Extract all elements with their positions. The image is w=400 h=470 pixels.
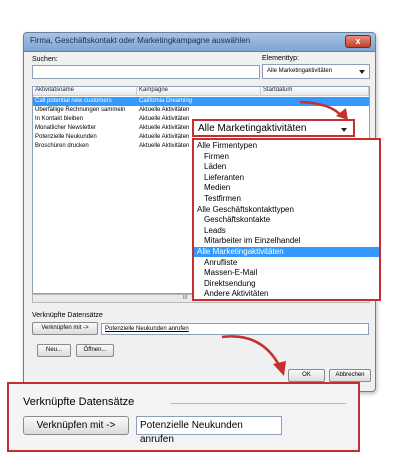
zoom-element-type-select[interactable]: Alle Marketingaktivitäten [192, 119, 355, 137]
dropdown-option[interactable]: Leads [194, 226, 379, 236]
dropdown-option[interactable]: Mitarbeiter im Einzelhandel [194, 236, 379, 246]
dropdown-option[interactable]: Alle Marketingaktivitäten [194, 247, 379, 257]
zoom-select-value: Alle Marketingaktivitäten [198, 123, 307, 134]
dropdown-option[interactable]: Alle Firmentypen [194, 141, 379, 151]
dropdown-option[interactable]: Läden [194, 162, 379, 172]
dropdown-option[interactable]: Anrufliste [194, 258, 379, 268]
divider [170, 403, 346, 404]
zoom-link-with-button[interactable]: Verknüpfen mit -> [23, 416, 129, 435]
dropdown-option[interactable]: Medien [194, 183, 379, 193]
arrow-to-panel [221, 335, 282, 368]
zoom-linked-record-field[interactable]: Potenzielle Neukunden anrufen [136, 416, 282, 445]
dropdown-option[interactable]: Lieferanten [194, 173, 379, 183]
dropdown-option[interactable]: Massen-E-Mail [194, 268, 379, 278]
zoom-linked-records-panel: Verknüpfte Datensätze Verknüpfen mit -> … [7, 382, 360, 452]
dropdown-option[interactable]: Andere Aktivitäten [194, 289, 379, 299]
zoom-linked-records-label: Verknüpfte Datensätze [23, 396, 135, 408]
arrow-to-dropdown [299, 100, 344, 118]
dropdown-option[interactable]: Alle Geschäftskontakttypen [194, 205, 379, 215]
dropdown-option[interactable]: Firmen [194, 152, 379, 162]
zoom-dropdown-list: Alle Firmentypen Firmen Läden Lieferanten Me… [192, 138, 381, 301]
dropdown-option[interactable]: Testfirmen [194, 194, 379, 204]
arrow-head-panel [273, 361, 286, 376]
dropdown-option[interactable]: Direktsendung [194, 279, 379, 289]
chevron-down-icon[interactable] [341, 128, 347, 132]
dropdown-option[interactable]: Geschäftskontakte [194, 215, 379, 225]
